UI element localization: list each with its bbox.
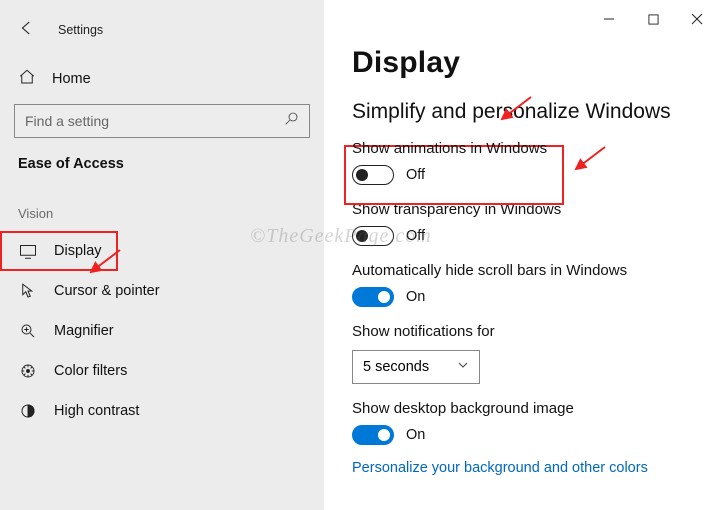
sidebar-item-label: High contrast xyxy=(54,403,139,419)
minimize-button[interactable] xyxy=(587,4,631,34)
sidebar-item-cursor-pointer[interactable]: Cursor & pointer xyxy=(0,271,324,311)
search-icon xyxy=(283,111,299,132)
setting-label: Show animations in Windows xyxy=(352,140,727,157)
sidebar-item-magnifier[interactable]: Magnifier xyxy=(0,311,324,351)
home-icon xyxy=(18,68,36,91)
setting-transparency: Show transparency in Windows Off xyxy=(352,201,727,246)
content-area: Display Simplify and personalize Windows… xyxy=(324,0,727,510)
sidebar-item-label: Cursor & pointer xyxy=(54,283,160,299)
setting-notifications: Show notifications for 5 seconds xyxy=(352,323,727,384)
display-icon xyxy=(18,244,38,259)
toggle-transparency[interactable] xyxy=(352,226,394,246)
app-title: Settings xyxy=(58,23,103,37)
magnifier-icon xyxy=(18,322,38,340)
back-button[interactable] xyxy=(18,19,36,42)
sidebar-item-label: Color filters xyxy=(54,363,127,379)
sidebar-item-color-filters[interactable]: Color filters xyxy=(0,351,324,391)
sidebar-item-label: Display xyxy=(54,243,102,259)
sidebar-item-high-contrast[interactable]: High contrast xyxy=(0,391,324,431)
toggle-scrollbars[interactable] xyxy=(352,287,394,307)
group-title-vision: Vision xyxy=(0,172,324,231)
toggle-background[interactable] xyxy=(352,425,394,445)
setting-animations: Show animations in Windows Off xyxy=(352,140,727,185)
sidebar-home[interactable]: Home xyxy=(0,60,324,98)
search-input-container[interactable] xyxy=(14,104,310,138)
sidebar: Settings Home Ease of Access Vision Disp… xyxy=(0,0,324,510)
sidebar-item-display[interactable]: Display xyxy=(0,231,324,271)
section-title: Simplify and personalize Windows xyxy=(352,100,727,124)
toggle-state-text: On xyxy=(406,289,425,305)
sidebar-item-label: Magnifier xyxy=(54,323,114,339)
setting-background: Show desktop background image On xyxy=(352,400,727,445)
setting-scrollbars: Automatically hide scroll bars in Window… xyxy=(352,262,727,307)
search-input[interactable] xyxy=(25,113,283,129)
color-filters-icon xyxy=(18,362,38,380)
toggle-animations[interactable] xyxy=(352,165,394,185)
close-button[interactable] xyxy=(675,4,719,34)
dropdown-value: 5 seconds xyxy=(363,359,429,375)
setting-label: Show desktop background image xyxy=(352,400,727,417)
personalize-link[interactable]: Personalize your background and other co… xyxy=(352,460,648,476)
toggle-state-text: Off xyxy=(406,228,425,244)
cursor-icon xyxy=(18,282,38,300)
setting-label: Show notifications for xyxy=(352,323,727,340)
maximize-button[interactable] xyxy=(631,4,675,34)
high-contrast-icon xyxy=(18,402,38,420)
sidebar-home-label: Home xyxy=(52,71,91,87)
notifications-duration-dropdown[interactable]: 5 seconds xyxy=(352,350,480,384)
category-title: Ease of Access xyxy=(0,138,324,172)
setting-label: Automatically hide scroll bars in Window… xyxy=(352,262,727,279)
toggle-state-text: On xyxy=(406,427,425,443)
toggle-state-text: Off xyxy=(406,167,425,183)
chevron-down-icon xyxy=(457,359,469,375)
